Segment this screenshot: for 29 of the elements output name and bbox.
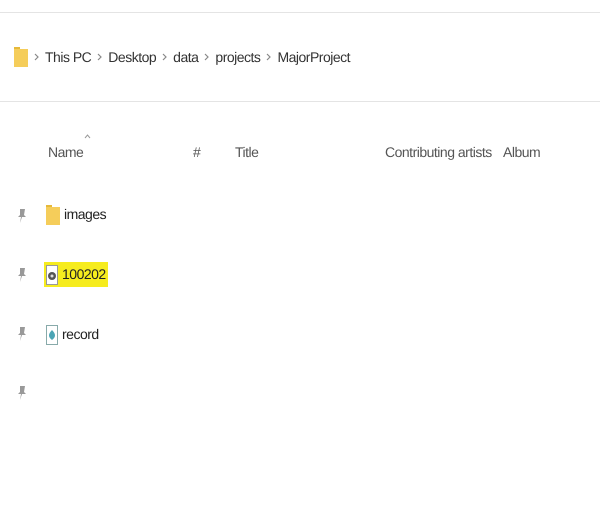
file-item[interactable]: images xyxy=(44,202,108,227)
breadcrumb-item[interactable]: This PC xyxy=(45,46,92,68)
column-header[interactable]: # xyxy=(189,142,231,162)
breadcrumb-item[interactable]: Desktop xyxy=(108,46,156,68)
folder-icon xyxy=(14,47,28,67)
file-name: record xyxy=(62,325,99,344)
folder-icon xyxy=(46,204,60,224)
column-header[interactable]: Title xyxy=(231,142,381,162)
chevron-icon xyxy=(266,53,272,61)
column-header[interactable]: Album xyxy=(499,142,559,162)
address-bar[interactable]: This PC Desktop data projects MajorProject xyxy=(0,12,600,102)
file-name: 100202 xyxy=(62,265,106,284)
column-header[interactable]: Name xyxy=(44,142,189,162)
breadcrumb-item[interactable]: MajorProject xyxy=(277,46,350,68)
breadcrumb-item[interactable]: projects xyxy=(215,46,260,68)
chevron-icon xyxy=(97,53,102,61)
column-header[interactable]: Contributing artists xyxy=(381,142,499,162)
pin-icon[interactable] xyxy=(17,208,27,224)
file-item[interactable]: record xyxy=(44,322,101,347)
document-icon xyxy=(46,324,58,344)
chevron-icon xyxy=(162,53,168,61)
pin-icon[interactable] xyxy=(17,326,27,342)
file-item[interactable]: 100202 xyxy=(44,262,108,287)
chevron-icon xyxy=(204,53,210,61)
pin-icon[interactable] xyxy=(17,267,27,283)
file-name: images xyxy=(64,205,106,224)
chevron-icon xyxy=(34,53,39,61)
pin-icon[interactable] xyxy=(17,385,27,401)
breadcrumb-item[interactable]: data xyxy=(173,46,198,68)
